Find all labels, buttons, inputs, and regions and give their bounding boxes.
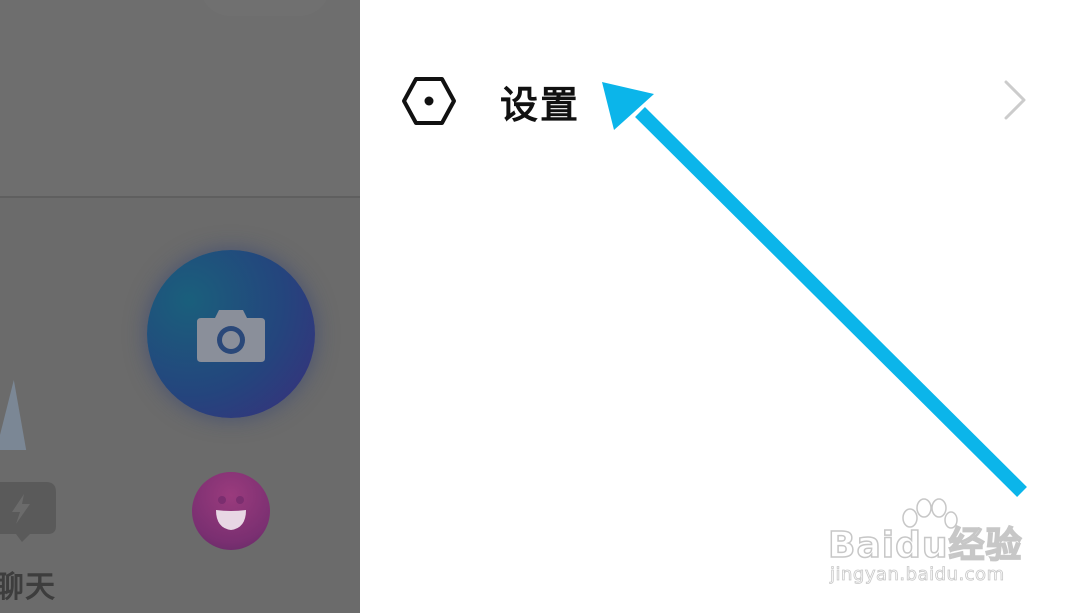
chat-bolt-icon [0,482,56,542]
settings-menu-item[interactable]: 设置 [400,60,1040,142]
baidu-jingyan-watermark: Baidu经验 jingyan.baidu.com [827,498,1038,598]
sticker-button[interactable] [192,472,270,550]
dimmed-background-panel[interactable]: 聊天 [0,0,360,613]
camera-icon [197,310,265,362]
camera-button[interactable] [147,250,315,418]
watermark-url: jingyan.baidu.com [830,564,1005,586]
sticker-face-icon [216,496,246,530]
paw-logo-icon [902,498,958,529]
watermark-brand: Baidu经验 [827,524,1023,567]
top-tab-notch [200,0,330,16]
partial-illustration [0,380,27,450]
top-card [0,0,360,198]
chat-button[interactable] [0,482,56,542]
chevron-right-icon [1004,80,1026,120]
chat-label: 聊天 [0,570,56,605]
settings-label: 设置 [500,82,581,127]
side-drawer: 设置 Baidu经验 jingyan.baidu.com [360,0,1080,613]
settings-hexagon-icon [400,76,458,126]
